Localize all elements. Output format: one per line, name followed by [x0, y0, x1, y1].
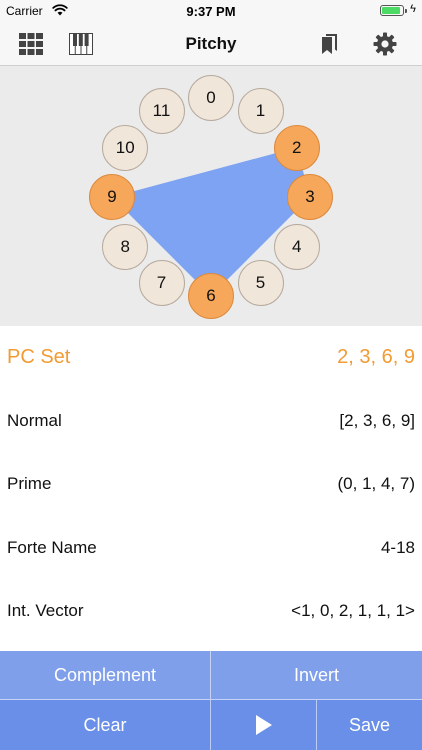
pitch-class-6-button[interactable]: 6: [188, 273, 234, 319]
pitch-class-10-button[interactable]: 10: [102, 124, 149, 171]
bookmarks-button[interactable]: [317, 31, 343, 57]
charging-icon: ϟ: [410, 3, 416, 15]
forte-name-row: Forte Name 4-18: [0, 516, 422, 579]
pitch-class-3-button[interactable]: 3: [287, 174, 333, 220]
pc-set-label: PC Set: [7, 346, 71, 369]
set-info-list: PC Set 2, 3, 6, 9 Normal [2, 3, 6, 9] Pr…: [0, 326, 422, 642]
invert-button[interactable]: Invert: [211, 651, 422, 699]
normal-form-label: Normal: [7, 410, 62, 430]
pitch-class-1-button[interactable]: 1: [237, 88, 284, 135]
status-bar: Carrier 9:37 PM ϟ: [0, 0, 422, 22]
pc-set-row: PC Set 2, 3, 6, 9: [0, 326, 422, 389]
interval-vector-label: Int. Vector: [7, 600, 84, 620]
play-icon: [255, 715, 272, 735]
play-button[interactable]: [211, 700, 317, 750]
prime-form-value: (0, 1, 4, 7): [337, 474, 415, 494]
pitch-class-5-button[interactable]: 5: [237, 259, 284, 306]
pitch-class-clock: 0 1 2 3 4 5 6 7 8 9 10 11: [0, 66, 422, 326]
pitch-class-8-button[interactable]: 8: [102, 223, 149, 270]
pitch-class-9-button[interactable]: 9: [89, 174, 135, 220]
settings-button[interactable]: [372, 31, 398, 57]
page-title: Pitchy: [185, 34, 237, 53]
save-button[interactable]: Save: [317, 700, 422, 750]
interval-vector-value: <1, 0, 2, 1, 1, 1>: [291, 600, 415, 620]
pitch-class-2-button[interactable]: 2: [273, 124, 320, 171]
navigation-bar: Pitchy: [0, 22, 422, 66]
pitch-class-0-button[interactable]: 0: [188, 75, 234, 121]
forte-name-value: 4-18: [380, 537, 415, 557]
normal-form-value: [2, 3, 6, 9]: [339, 410, 415, 430]
status-time: 9:37 PM: [186, 4, 236, 19]
forte-name-label: Forte Name: [7, 537, 97, 557]
action-toolbar: Clear Save: [0, 700, 422, 750]
interval-vector-row: Int. Vector <1, 0, 2, 1, 1, 1>: [0, 579, 422, 642]
normal-form-row: Normal [2, 3, 6, 9]: [0, 389, 422, 452]
clear-button[interactable]: Clear: [0, 700, 211, 750]
pitch-class-7-button[interactable]: 7: [138, 259, 185, 306]
bookmarks-icon: [322, 34, 337, 54]
gear-icon: [373, 32, 397, 56]
complement-button[interactable]: Complement: [0, 651, 211, 699]
battery-icon: [380, 5, 407, 16]
transform-toolbar: Complement Invert: [0, 651, 422, 700]
prime-form-row: Prime (0, 1, 4, 7): [0, 453, 422, 516]
pitch-class-11-button[interactable]: 11: [138, 88, 185, 135]
prime-form-label: Prime: [7, 474, 52, 494]
pc-set-value: 2, 3, 6, 9: [337, 346, 415, 369]
pitch-class-4-button[interactable]: 4: [273, 223, 320, 270]
